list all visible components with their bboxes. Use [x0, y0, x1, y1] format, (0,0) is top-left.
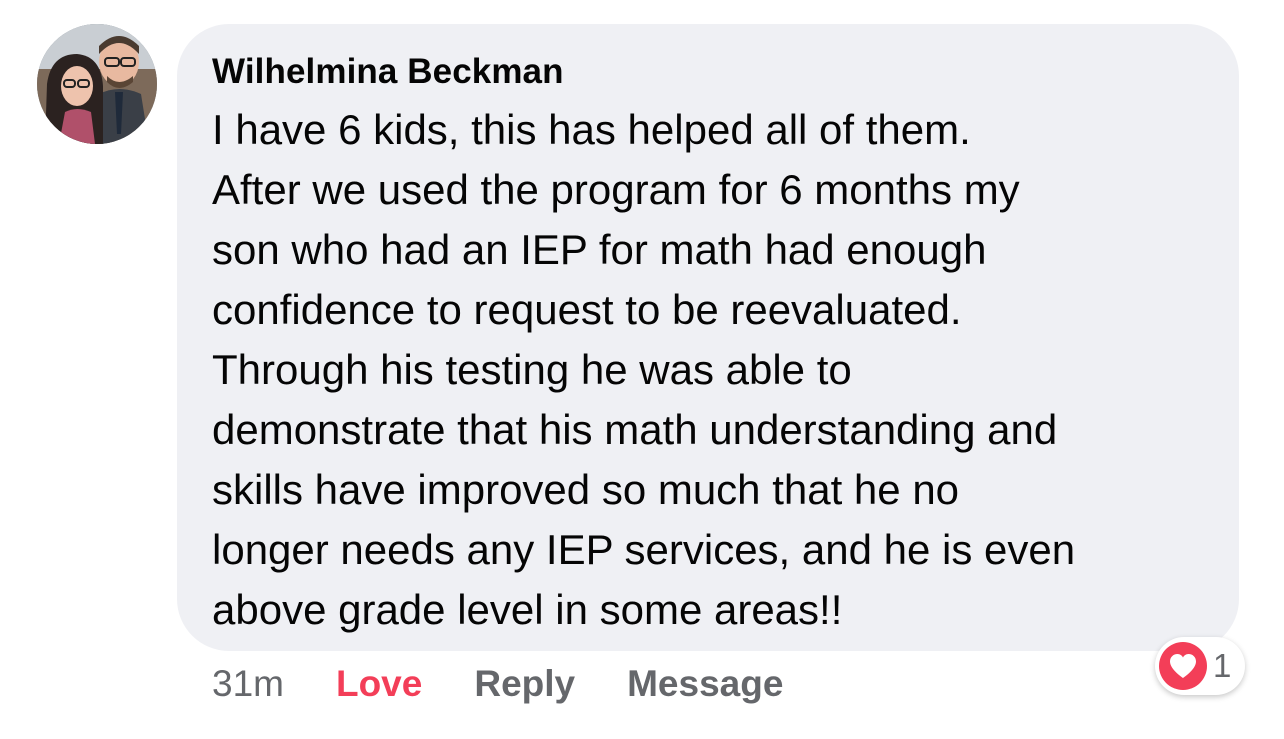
- avatar-photo: [37, 24, 157, 144]
- reply-button[interactable]: Reply: [474, 663, 575, 705]
- comment-timestamp[interactable]: 31m: [212, 663, 284, 705]
- comment-actions: 31m Love Reply Message: [212, 656, 783, 712]
- heart-icon: [1159, 642, 1207, 690]
- reaction-count: 1: [1213, 647, 1232, 684]
- message-button[interactable]: Message: [627, 663, 783, 705]
- comment-text: I have 6 kids, this has helped all of th…: [212, 106, 1076, 633]
- author-name[interactable]: Wilhelmina Beckman: [212, 50, 1219, 94]
- comment-bubble: Wilhelmina Beckman I have 6 kids, this h…: [177, 24, 1239, 651]
- love-button[interactable]: Love: [336, 663, 422, 705]
- avatar[interactable]: [37, 24, 157, 144]
- comment: Wilhelmina Beckman I have 6 kids, this h…: [0, 0, 1284, 739]
- reaction-summary[interactable]: 1: [1155, 637, 1246, 695]
